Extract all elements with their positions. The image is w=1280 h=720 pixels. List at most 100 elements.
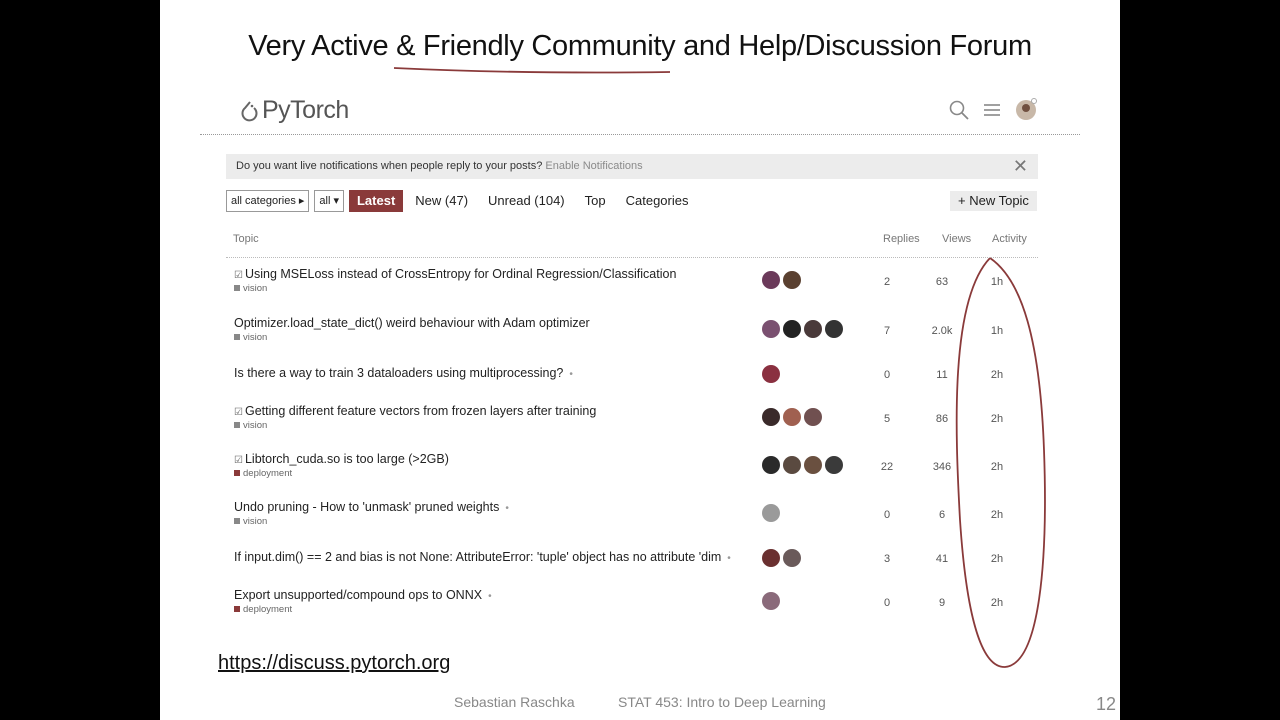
column-header-views[interactable]: Views	[942, 233, 971, 245]
activity-time[interactable]: 2h	[977, 413, 1017, 425]
views-count[interactable]: 63	[922, 276, 962, 288]
tab-unread[interactable]: Unread (104)	[480, 190, 573, 212]
tab-categories[interactable]: Categories	[618, 190, 697, 212]
topic-title-text: Optimizer.load_state_dict() weird behavi…	[234, 316, 590, 330]
topic-category[interactable]: vision	[234, 283, 267, 294]
topic-title-link[interactable]: If input.dim() == 2 and bias is not None…	[234, 550, 731, 564]
activity-time[interactable]: 2h	[977, 597, 1017, 609]
poster-avatars	[762, 456, 843, 474]
tab-top[interactable]: Top	[577, 190, 614, 212]
category-name: vision	[243, 420, 268, 431]
avatar[interactable]	[762, 271, 780, 289]
avatar[interactable]	[825, 456, 843, 474]
search-icon[interactable]	[948, 99, 970, 126]
avatar[interactable]	[762, 320, 780, 338]
views-count[interactable]: 86	[922, 413, 962, 425]
poster-avatars	[762, 592, 780, 610]
activity-time[interactable]: 1h	[977, 276, 1017, 288]
close-icon[interactable]: ✕	[1013, 156, 1028, 177]
topic-row[interactable]: If input.dim() == 2 and bias is not None…	[234, 549, 1034, 590]
header-divider	[200, 134, 1080, 135]
avatar[interactable]	[783, 549, 801, 567]
category-swatch-icon	[234, 422, 240, 429]
topic-title-link[interactable]: Optimizer.load_state_dict() weird behavi…	[234, 316, 590, 330]
topic-category[interactable]: vision	[234, 332, 267, 343]
activity-time[interactable]: 2h	[977, 369, 1017, 381]
avatar[interactable]	[762, 456, 780, 474]
avatar[interactable]	[783, 456, 801, 474]
topic-title-text: Export unsupported/compound ops to ONNX	[234, 588, 483, 602]
views-count[interactable]: 9	[922, 597, 962, 609]
avatar[interactable]	[783, 320, 801, 338]
topic-title-link[interactable]: Export unsupported/compound ops to ONNX •	[234, 588, 492, 602]
topic-title-link[interactable]: ☑ Using MSELoss instead of CrossEntropy f…	[234, 267, 676, 281]
avatar[interactable]	[783, 271, 801, 289]
tab-new[interactable]: New (47)	[407, 190, 476, 212]
replies-count: 0	[883, 597, 891, 609]
replies-count: 7	[883, 325, 891, 337]
pytorch-flame-icon	[241, 100, 258, 121]
views-count[interactable]: 6	[922, 509, 962, 521]
pytorch-logo[interactable]: PyTorch	[240, 96, 349, 125]
avatar[interactable]	[762, 549, 780, 567]
activity-time[interactable]: 2h	[977, 553, 1017, 565]
views-count[interactable]: 346	[922, 461, 962, 473]
avatar[interactable]	[762, 504, 780, 522]
solved-check-icon: ☑	[234, 455, 243, 466]
avatar[interactable]	[804, 456, 822, 474]
topic-row[interactable]: ☑ Using MSELoss instead of CrossEntropy f…	[234, 267, 1034, 307]
enable-notifications-link[interactable]: Enable Notifications	[545, 160, 642, 172]
topic-row[interactable]: Export unsupported/compound ops to ONNX •…	[234, 588, 1034, 628]
avatar[interactable]	[804, 320, 822, 338]
topic-title-link[interactable]: Undo pruning - How to 'unmask' pruned we…	[234, 500, 509, 514]
tab-latest[interactable]: Latest	[348, 190, 404, 212]
forum-url-link[interactable]: https://discuss.pytorch.org	[218, 652, 450, 675]
slide: Very Active & Friendly Community and Hel…	[160, 0, 1120, 720]
views-count[interactable]: 41	[922, 553, 962, 565]
topic-row[interactable]: Undo pruning - How to 'unmask' pruned we…	[234, 500, 1034, 540]
activity-time[interactable]: 2h	[977, 461, 1017, 473]
topic-category[interactable]: deployment	[234, 604, 292, 615]
topic-title-text: If input.dim() == 2 and bias is not None…	[234, 550, 722, 564]
column-header-replies[interactable]: Replies	[883, 233, 920, 245]
replies-count: 3	[883, 553, 891, 565]
new-topic-button[interactable]: + New Topic	[950, 191, 1037, 211]
avatar[interactable]	[783, 408, 801, 426]
topic-nav: all categories ▸ all ▾ Latest New (47) Unr…	[226, 190, 700, 212]
poster-avatars	[762, 504, 780, 522]
avatar[interactable]	[762, 592, 780, 610]
views-count[interactable]: 2.0k	[922, 325, 962, 337]
category-dropdown[interactable]: all categories ▸	[226, 190, 310, 212]
avatar[interactable]	[825, 320, 843, 338]
topic-row[interactable]: Is there a way to train 3 dataloaders us…	[234, 365, 1034, 406]
column-header-topic[interactable]: Topic	[233, 233, 259, 245]
activity-time[interactable]: 1h	[977, 325, 1017, 337]
tag-dropdown[interactable]: all ▾	[314, 190, 344, 212]
avatar[interactable]	[762, 408, 780, 426]
user-avatar[interactable]	[1014, 98, 1038, 127]
solved-check-icon: ☑	[234, 270, 243, 281]
avatar[interactable]	[762, 365, 780, 383]
slide-title: Very Active & Friendly Community and Hel…	[248, 30, 1032, 62]
underline-annotation	[393, 67, 671, 74]
column-header-activity[interactable]: Activity	[992, 233, 1027, 245]
pin-dot-icon: •	[569, 369, 573, 380]
topic-title-link[interactable]: ☑ Libtorch_cuda.so is too large (>2GB)	[234, 452, 449, 466]
poster-avatars	[762, 271, 801, 289]
topic-title-link[interactable]: ☑ Getting different feature vectors from …	[234, 404, 596, 418]
topic-row[interactable]: ☑ Getting different feature vectors from …	[234, 404, 1034, 444]
topic-row[interactable]: Optimizer.load_state_dict() weird behavi…	[234, 316, 1034, 356]
activity-time[interactable]: 2h	[977, 509, 1017, 521]
category-swatch-icon	[234, 285, 240, 292]
topic-category[interactable]: deployment	[234, 468, 292, 479]
topic-row[interactable]: ☑ Libtorch_cuda.so is too large (>2GB) dep…	[234, 452, 1034, 492]
views-count[interactable]: 11	[922, 369, 962, 381]
topic-category[interactable]: vision	[234, 420, 267, 431]
footer-course: STAT 453: Intro to Deep Learning	[618, 694, 826, 710]
poster-avatars	[762, 408, 822, 426]
notification-banner: Do you want live notifications when peop…	[226, 154, 1038, 179]
topic-title-link[interactable]: Is there a way to train 3 dataloaders us…	[234, 366, 573, 380]
avatar[interactable]	[804, 408, 822, 426]
hamburger-icon[interactable]	[982, 101, 1002, 124]
topic-category[interactable]: vision	[234, 516, 267, 527]
